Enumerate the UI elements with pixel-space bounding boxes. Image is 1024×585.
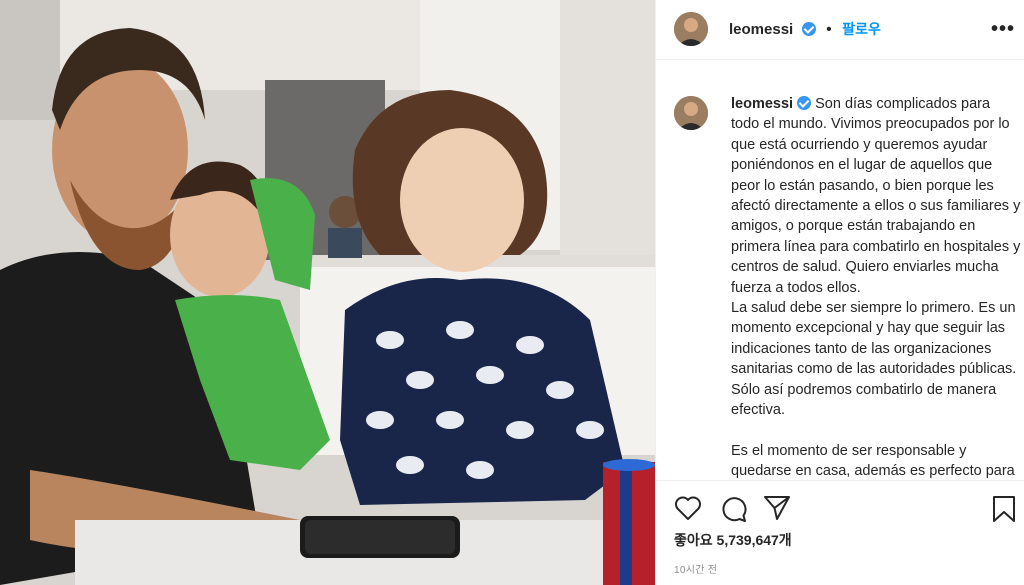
post-timestamp[interactable]: 10시간 전 bbox=[674, 561, 717, 576]
caption-username[interactable]: leomessi bbox=[731, 96, 793, 112]
share-icon[interactable] bbox=[763, 495, 791, 521]
post-image bbox=[0, 0, 655, 585]
dot-separator: • bbox=[826, 21, 832, 38]
heart-icon[interactable] bbox=[674, 495, 702, 521]
post-photo[interactable] bbox=[0, 0, 655, 585]
verified-badge-icon bbox=[801, 22, 816, 36]
more-options-icon[interactable]: ••• bbox=[991, 18, 1015, 41]
caption-avatar-image bbox=[674, 96, 708, 130]
comments-area[interactable]: leomessi Son días complicados para todo … bbox=[656, 80, 1024, 480]
post-actions: 좋아요 5,739,647개 10시간 전 bbox=[656, 480, 1024, 585]
bookmark-icon[interactable] bbox=[992, 495, 1016, 523]
post-caption: leomessi Son días complicados para todo … bbox=[731, 94, 1021, 480]
avatar-image bbox=[674, 12, 708, 46]
follow-button[interactable]: 팔로우 bbox=[842, 21, 881, 37]
header-username[interactable]: leomessi bbox=[729, 21, 793, 38]
caption-avatar[interactable] bbox=[674, 96, 708, 130]
comment-icon[interactable] bbox=[719, 495, 747, 523]
post-header: leomessi • 팔로우 ••• bbox=[656, 0, 1024, 60]
caption-verified-badge-icon bbox=[797, 96, 812, 110]
header-user: leomessi • 팔로우 bbox=[729, 19, 881, 39]
caption-text: Son días complicados para todo el mundo.… bbox=[731, 96, 1021, 480]
avatar[interactable] bbox=[674, 12, 708, 46]
post-panel: leomessi • 팔로우 ••• leomessi Son días com… bbox=[655, 0, 1024, 585]
likes-count[interactable]: 좋아요 5,739,647개 bbox=[674, 530, 792, 550]
